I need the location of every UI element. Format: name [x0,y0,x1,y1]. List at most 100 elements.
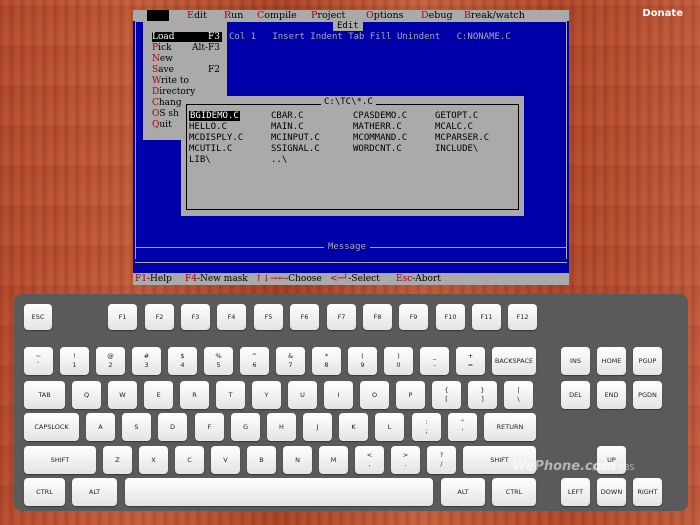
key-right[interactable]: RIGHT [633,478,662,506]
file-entry[interactable]: MAIN.C [271,122,304,132]
key-8[interactable]: & 7 [276,347,305,375]
file-entry[interactable]: MCALC.C [435,122,473,132]
key-alt-right[interactable]: ALT [441,478,485,506]
key-b[interactable]: B [247,446,276,474]
key-2[interactable]: ! 1 [60,347,89,375]
key-f9[interactable]: F9 [399,304,428,330]
key-a[interactable]: A [86,413,115,441]
key-l[interactable]: L [375,413,404,441]
key-j[interactable]: J [303,413,332,441]
key-sym12[interactable]: | \ [504,381,533,409]
file-menu-item[interactable]: Write to [152,76,222,86]
file-entry[interactable]: MCUTIL.C [189,144,232,154]
key-ins[interactable]: INS [561,347,590,375]
key-down[interactable]: DOWN [597,478,626,506]
key-7[interactable]: ^ 6 [240,347,269,375]
file-menu-item[interactable]: Save F2 [152,65,222,75]
key-f5[interactable]: F5 [254,304,283,330]
menu-break-watch[interactable]: Break/watch [464,10,525,21]
file-entry[interactable]: MCOMMAND.C [353,133,407,143]
file-entry[interactable]: LIB\ [189,155,211,165]
key-tab[interactable]: TAB [24,381,65,409]
key-f12[interactable]: F12 [508,304,537,330]
key-z[interactable]: Z [103,446,132,474]
file-entry[interactable]: MCINPUT.C [271,133,320,143]
key-o[interactable]: O [360,381,389,409]
key-ctrl-right[interactable]: CTRL [492,478,536,506]
key-e[interactable]: E [144,381,173,409]
key-backspace[interactable]: BACKSPACE [492,347,536,375]
key-r[interactable]: R [180,381,209,409]
file-entry[interactable]: SSIGNAL.C [271,144,320,154]
key-ctrl-left[interactable]: CTRL [24,478,65,506]
key-t[interactable]: T [216,381,245,409]
key-del[interactable]: DEL [561,381,590,409]
key-left[interactable]: LEFT [561,478,590,506]
key-shift-left[interactable]: SHIFT [24,446,96,474]
key-space[interactable] [125,478,433,506]
key-1[interactable]: ~ ` [24,347,53,375]
key-sym11[interactable]: }] [468,381,497,409]
key-f6[interactable]: F6 [290,304,319,330]
file-entry[interactable]: CBAR.C [271,111,304,121]
key-f8[interactable]: F8 [363,304,392,330]
key-f7[interactable]: F7 [327,304,356,330]
key-6[interactable]: % 5 [204,347,233,375]
key-10[interactable]: (9 [348,347,377,375]
key-u[interactable]: U [288,381,317,409]
key-pgup[interactable]: PGUP [633,347,662,375]
file-entry[interactable]: WORDCNT.C [353,144,402,154]
menu-debug[interactable]: Debug [421,10,453,21]
key-n[interactable]: N [283,446,312,474]
file-menu-item[interactable]: New [152,54,222,64]
key-x[interactable]: X [139,446,168,474]
menu-project[interactable]: Project [311,10,345,21]
key-y[interactable]: Y [252,381,281,409]
key-13[interactable]: + = [456,347,485,375]
key-c[interactable]: C [175,446,204,474]
key-f3[interactable]: F3 [181,304,210,330]
file-entry[interactable]: ..\ [271,155,287,165]
key-9[interactable]: * 8 [312,347,341,375]
file-entry[interactable]: BGIDEMO.C [189,111,240,121]
key-i[interactable]: I [324,381,353,409]
key-w[interactable]: W [108,381,137,409]
key-sym7[interactable]: <, [355,446,384,474]
key-end[interactable]: END [597,381,626,409]
key-sym9[interactable]: ? / [427,446,456,474]
key-g[interactable]: G [231,413,260,441]
menu-compile[interactable]: Compile [257,10,297,21]
key-pgdn[interactable]: PGDN [633,381,662,409]
file-entry[interactable]: MATHERR.C [353,122,402,132]
key-h[interactable]: H [267,413,296,441]
file-entry[interactable]: MCPARSER.C [435,133,489,143]
key-home[interactable]: HOME [597,347,626,375]
key-f[interactable]: F [195,413,224,441]
key-sym8[interactable]: >. [391,446,420,474]
key-m[interactable]: M [319,446,348,474]
key-sym10[interactable]: {[ [432,381,461,409]
key-4[interactable]: #3 [132,347,161,375]
file-entry[interactable]: GETOPT.C [435,111,478,121]
key-11[interactable]: ) 0 [384,347,413,375]
key-v[interactable]: V [211,446,240,474]
file-menu-item[interactable]: Pick Alt-F3 [152,43,222,53]
key-5[interactable]: $4 [168,347,197,375]
key-sym10[interactable]: " ' [448,413,477,441]
key-f2[interactable]: F2 [145,304,174,330]
key-esc[interactable]: ESC [24,304,52,330]
file-entry[interactable]: HELLO.C [189,122,227,132]
menu-edit[interactable]: Edit [187,10,207,21]
key-return[interactable]: RETURN [484,413,536,441]
file-entry[interactable]: CPASDEMO.C [353,111,407,121]
key-k[interactable]: K [339,413,368,441]
key-capslock[interactable]: CAPSLOCK [24,413,79,441]
menu-file[interactable]: File [147,10,170,21]
file-entry[interactable]: MCDISPLY.C [189,133,243,143]
key-f11[interactable]: F11 [472,304,501,330]
key-p[interactable]: P [396,381,425,409]
key-f4[interactable]: F4 [217,304,246,330]
donate-link[interactable]: Donate [642,8,683,19]
key-sym9[interactable]: :; [412,413,441,441]
key-12[interactable]: _ - [420,347,449,375]
